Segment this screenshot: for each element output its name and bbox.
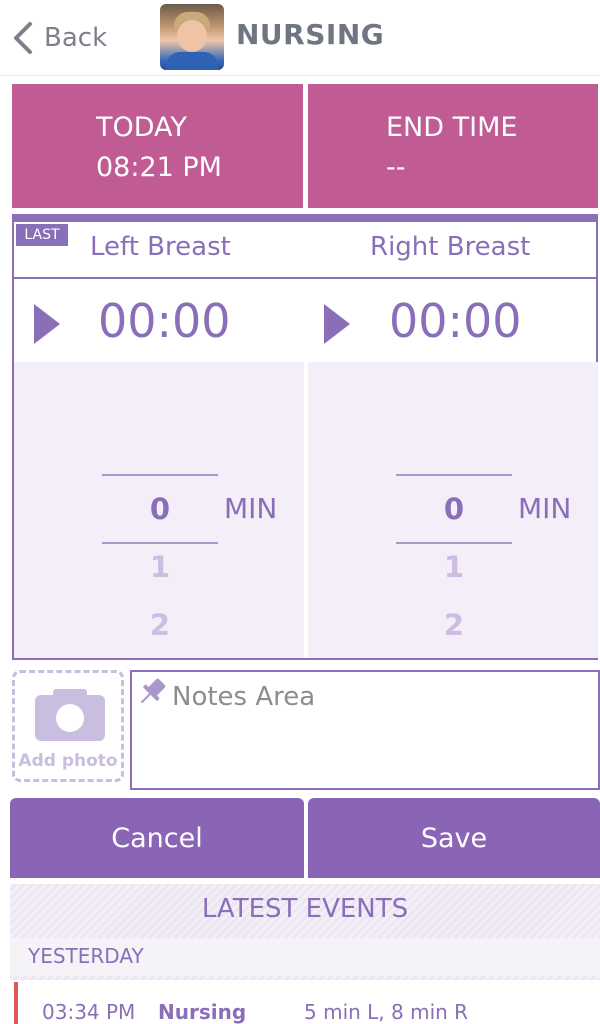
divider [14,277,596,279]
event-marker [14,982,18,1024]
end-time-box[interactable]: END TIME -- [308,84,598,208]
back-button[interactable]: Back [12,16,107,60]
end-time-label: END TIME [386,112,518,143]
picker-line-bottom [102,542,218,544]
right-picker-option[interactable]: 2 [396,608,512,642]
latest-events-title: LATEST EVENTS [201,894,409,924]
event-row[interactable]: 03:34 PM Nursing 5 min L, 8 min R [10,980,600,1024]
end-time-value: -- [386,152,406,183]
pin-icon [140,678,166,704]
notes-placeholder: Notes Area [172,682,316,712]
left-picker-selected[interactable]: 0 [102,492,218,526]
event-detail: 5 min L, 8 min R [304,1000,469,1024]
right-picker-option[interactable]: 1 [396,550,512,584]
left-play-icon[interactable] [32,302,62,346]
save-button[interactable]: Save [308,798,600,878]
add-photo-label: Add photo [18,751,118,771]
avatar[interactable] [160,4,224,70]
day-header: YESTERDAY [10,938,600,976]
start-time-value: 08:21 PM [96,152,222,183]
avatar-shirt [166,52,218,70]
back-label: Back [44,23,108,53]
left-picker-unit: MIN [224,492,278,525]
timer-panel: LAST Left Breast Right Breast 00:00 00:0… [12,214,598,660]
picker-line-bottom [396,542,512,544]
picker-line-top [102,474,218,476]
picker-line-top [396,474,512,476]
camera-icon [35,689,105,741]
event-time: 03:34 PM [42,1000,136,1024]
right-minute-picker[interactable]: 0 MIN 1 2 [308,362,598,658]
event-type: Nursing [158,1000,247,1024]
start-time-label: TODAY [96,112,187,143]
page-title: NURSING [236,18,385,51]
right-picker-unit: MIN [518,492,572,525]
last-badge: LAST [16,224,68,246]
left-picker-option[interactable]: 1 [102,550,218,584]
right-play-icon[interactable] [322,302,352,346]
avatar-face [177,20,207,52]
left-picker-option[interactable]: 2 [102,608,218,642]
latest-events: LATEST EVENTS YESTERDAY 03:34 PM Nursing… [10,884,600,1024]
left-timer: 00:00 [98,294,231,348]
right-breast-label: Right Breast [370,232,531,262]
add-photo-button[interactable]: Add photo [12,670,124,782]
day-label: YESTERDAY [28,944,144,968]
app-header: Back NURSING [0,0,600,76]
start-time-box[interactable]: TODAY 08:21 PM [12,84,303,208]
panel-top-bar [14,216,596,222]
right-picker-selected[interactable]: 0 [396,492,512,526]
left-breast-label: Left Breast [90,232,231,262]
notes-field[interactable]: Notes Area [130,670,600,790]
chevron-left-icon [14,22,32,54]
left-minute-picker[interactable]: 0 MIN 1 2 [14,362,304,658]
right-timer: 00:00 [389,294,522,348]
cancel-button[interactable]: Cancel [10,798,304,878]
